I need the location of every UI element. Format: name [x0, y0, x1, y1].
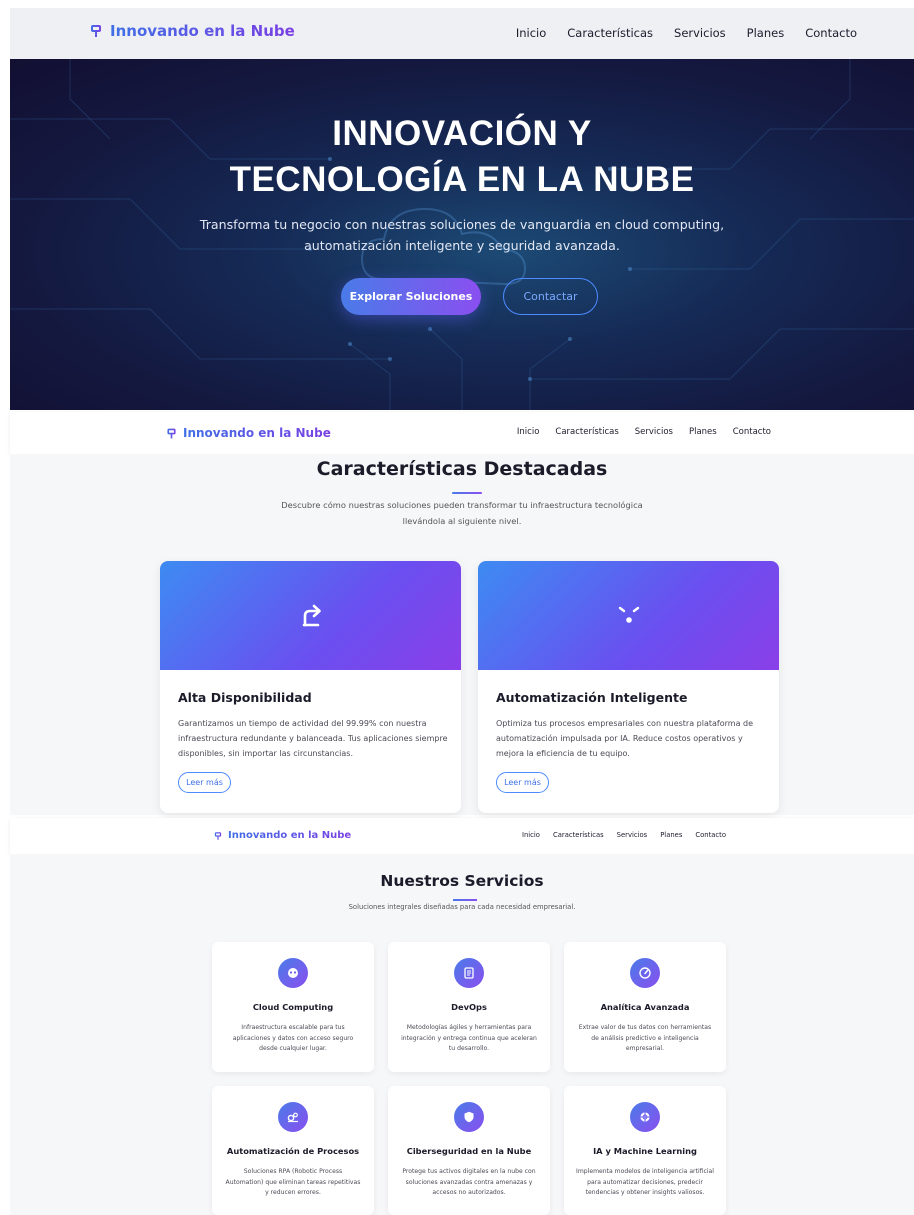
nav-link-caracteristicas[interactable]: Características: [567, 26, 653, 40]
brand-name: Innovando en la Nube: [228, 830, 352, 841]
title-underline: [453, 899, 477, 901]
feature-card-header: [478, 561, 779, 670]
service-card-analitica: Analítica Avanzada Extrae valor de tus d…: [564, 942, 726, 1072]
services-description: Soluciones integrales diseñadas para cad…: [348, 903, 576, 911]
feature-card-title: Alta Disponibilidad: [178, 690, 312, 705]
cloud-brain-icon: [213, 831, 223, 841]
feature-card-automatizacion: Automatización Inteligente Optimiza tus …: [478, 561, 779, 813]
service-card-text: Extrae valor de tus datos con herramient…: [578, 1024, 712, 1052]
service-card-automatizacion-procesos: Automatización de Procesos Soluciones RP…: [212, 1086, 374, 1215]
features-title: Características Destacadas: [316, 458, 608, 480]
service-card-title: Cloud Computing: [252, 1002, 334, 1012]
feature-card-title: Automatización Inteligente: [496, 690, 688, 705]
redo-arrow-icon: [295, 599, 327, 631]
brand-logo-link[interactable]: Innovando en la Nube: [213, 830, 351, 841]
features-description: Descubre cómo nuestras soluciones pueden…: [281, 500, 643, 526]
brand-name: Innovando en la Nube: [110, 22, 295, 40]
service-card-title: IA y Machine Learning: [593, 1146, 697, 1156]
read-more-button[interactable]: Leer más: [178, 772, 231, 793]
services-navbar: Innovando en la Nube Inicio Característi…: [10, 818, 914, 854]
service-card-text: Soluciones RPA (Robotic Process Automati…: [225, 1168, 361, 1196]
features-section: Características Destacadas Descubre cómo…: [10, 454, 914, 815]
hero-section: INNOVACIÓN Y TECNOLOGÍA EN LA NUBE Trans…: [10, 59, 914, 410]
services-title: Nuestros Servicios: [380, 872, 544, 890]
service-card-title: DevOps: [451, 1002, 487, 1012]
nav-link-servicios[interactable]: Servicios: [617, 831, 648, 839]
service-card-devops: DevOps Metodologías ágiles y herramienta…: [388, 942, 550, 1072]
nav-link-caracteristicas[interactable]: Características: [555, 427, 618, 437]
main-nav: Inicio Características Servicios Planes …: [495, 26, 857, 40]
gears-icon: [278, 1102, 308, 1132]
service-card-ciberseguridad: Ciberseguridad en la Nube Protege tus ac…: [388, 1086, 550, 1215]
features-navbar: Innovando en la Nube Inicio Característi…: [10, 412, 914, 454]
robot-icon: [613, 599, 645, 631]
title-underline: [452, 492, 482, 494]
brand-name: Innovando en la Nube: [183, 426, 331, 440]
nav-link-servicios[interactable]: Servicios: [674, 26, 726, 40]
nav-link-planes[interactable]: Planes: [747, 26, 785, 40]
nav-link-inicio[interactable]: Inicio: [522, 831, 540, 839]
hero-title: INNOVACIÓN Y TECNOLOGÍA EN LA NUBE: [10, 111, 914, 203]
service-card-title: Ciberseguridad en la Nube: [406, 1146, 532, 1156]
service-card-title: Automatización de Procesos: [226, 1146, 360, 1156]
feature-card-header: [160, 561, 461, 670]
nav-link-planes[interactable]: Planes: [689, 427, 717, 437]
explore-solutions-button[interactable]: Explorar Soluciones: [341, 278, 481, 315]
hero-title-line2: TECNOLOGÍA EN LA NUBE: [229, 160, 695, 199]
feature-card-text: Optimiza tus procesos empresariales con …: [496, 719, 754, 758]
hero-subtitle: Transforma tu negocio con nuestras soluc…: [199, 217, 725, 253]
nav-link-contacto[interactable]: Contacto: [695, 831, 726, 839]
service-card-text: Infraestructura escalable para tus aplic…: [232, 1024, 354, 1052]
hero-title-line1: INNOVACIÓN Y: [332, 114, 592, 153]
nav-link-servicios[interactable]: Servicios: [635, 427, 673, 437]
service-card-cloud-computing: Cloud Computing Infraestructura escalabl…: [212, 942, 374, 1072]
contact-button[interactable]: Contactar: [503, 278, 598, 315]
service-card-text: Implementa modelos de inteligencia artif…: [576, 1168, 714, 1196]
nav-link-caracteristicas[interactable]: Características: [553, 831, 604, 839]
nav-link-contacto[interactable]: Contacto: [805, 26, 857, 40]
nav-link-planes[interactable]: Planes: [660, 831, 682, 839]
gauge-icon: [630, 958, 660, 988]
brand-logo-link[interactable]: Innovando en la Nube: [165, 426, 331, 440]
shield-icon: [454, 1102, 484, 1132]
document-icon: [454, 958, 484, 988]
service-card-ia-ml: IA y Machine Learning Implementa modelos…: [564, 1086, 726, 1215]
services-section: Nuestros Servicios Soluciones integrales…: [10, 854, 914, 1215]
feature-card-text: Garantizamos un tiempo de actividad del …: [178, 719, 448, 758]
network-icon: [630, 1102, 660, 1132]
brand-logo-link[interactable]: Innovando en la Nube: [88, 22, 295, 40]
feature-card-alta-disponibilidad: Alta Disponibilidad Garantizamos un tiem…: [160, 561, 461, 813]
nav-link-inicio[interactable]: Inicio: [516, 26, 546, 40]
main-nav: Inicio Características Servicios Planes …: [501, 427, 771, 437]
nav-link-inicio[interactable]: Inicio: [517, 427, 540, 437]
nav-link-contacto[interactable]: Contacto: [733, 427, 771, 437]
main-nav: Inicio Características Servicios Planes …: [509, 831, 726, 839]
service-card-title: Analítica Avanzada: [600, 1002, 690, 1012]
top-navbar: Innovando en la Nube Inicio Característi…: [10, 8, 914, 59]
service-card-text: Metodologías ágiles y herramientas para …: [401, 1024, 537, 1052]
cloud-brain-icon: [88, 23, 104, 39]
read-more-button[interactable]: Leer más: [496, 772, 549, 793]
cloud-icon: [278, 958, 308, 988]
cloud-brain-icon: [165, 427, 178, 440]
service-card-text: Protege tus activos digitales en la nube…: [402, 1168, 536, 1196]
